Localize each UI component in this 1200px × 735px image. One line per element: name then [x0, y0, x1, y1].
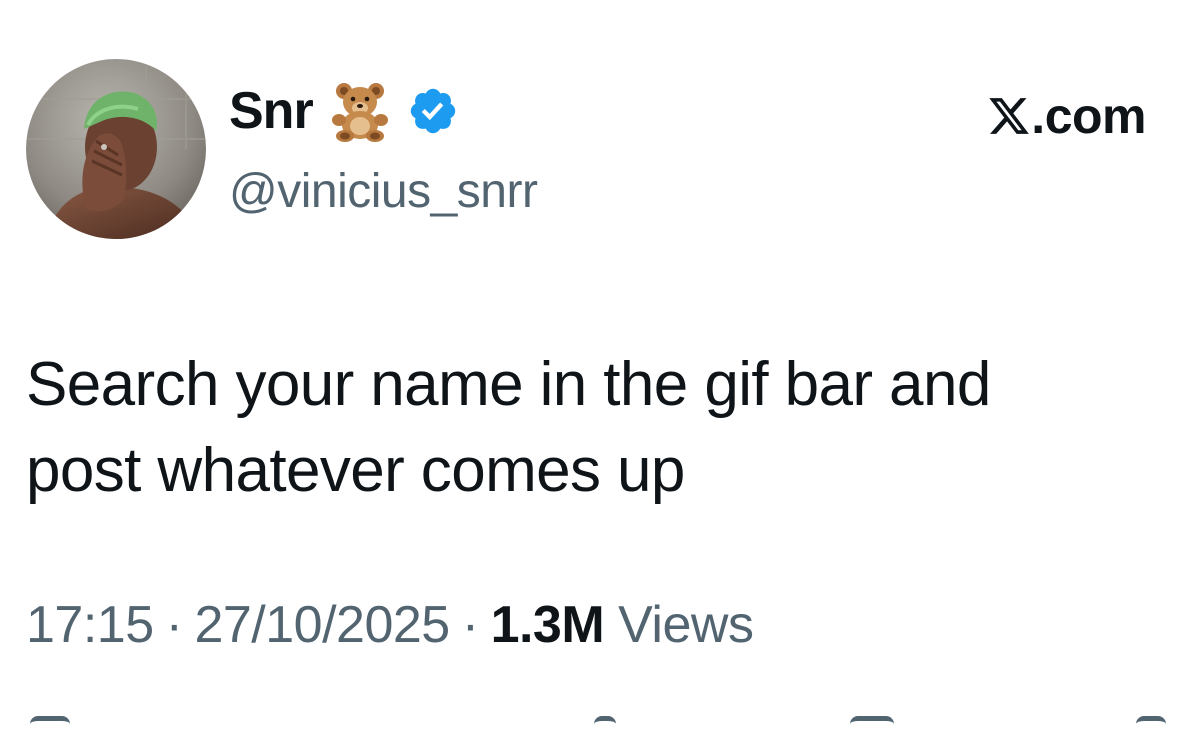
brand-domain-text: .com [1031, 88, 1146, 144]
author-display-name[interactable]: Snr [229, 78, 314, 144]
brand-watermark: .com [987, 86, 1146, 146]
teddy-bear-icon [327, 80, 393, 142]
meta-separator: · [165, 596, 183, 654]
avatar-image [26, 59, 206, 239]
author-handle[interactable]: @vinicius_snrr [229, 162, 538, 222]
meta-separator: · [461, 596, 479, 654]
verified-badge-icon[interactable] [407, 85, 459, 137]
like-icon[interactable] [594, 716, 616, 735]
tweet-meta: 17:15 · 27/10/2025 · 1.3M Views [26, 592, 754, 658]
share-icon[interactable] [1136, 716, 1166, 735]
avatar[interactable] [26, 59, 206, 239]
views-label: Views [618, 596, 754, 654]
reply-icon[interactable] [30, 716, 70, 735]
tweet-time[interactable]: 17:15 [26, 592, 154, 658]
views-count[interactable]: 1.3M [491, 592, 605, 658]
tweet-card: Snr @vinicius_snrr .com Search your name… [0, 0, 1200, 723]
tweet-date[interactable]: 27/10/2025 [194, 592, 450, 658]
x-logo-icon [987, 93, 1031, 139]
action-bar [0, 712, 1200, 723]
tweet-text: Search your name in the gif bar and post… [26, 350, 991, 505]
bookmark-icon[interactable] [850, 716, 894, 735]
author-name-row[interactable]: Snr [229, 78, 459, 144]
